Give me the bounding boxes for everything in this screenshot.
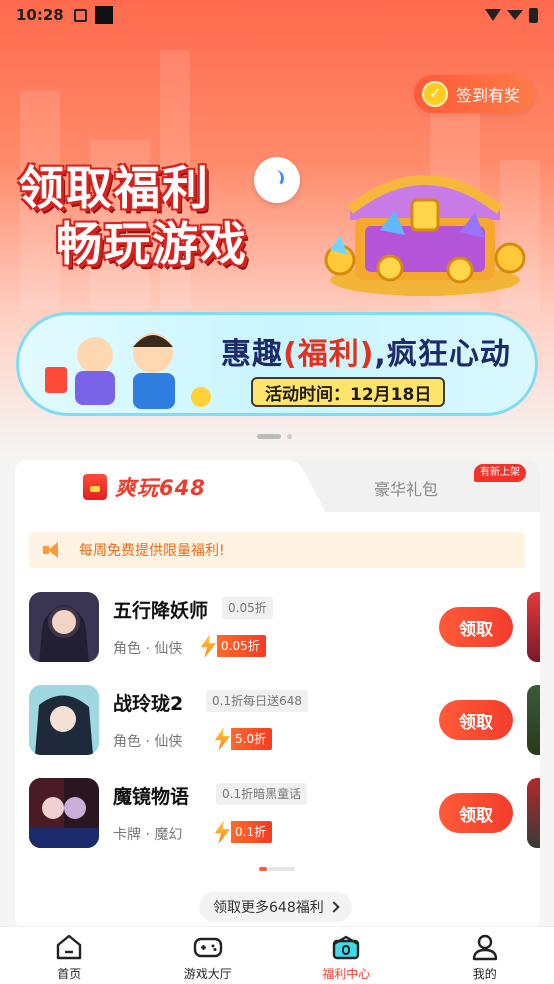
- red-envelope-icon: [83, 474, 107, 500]
- notice-bar: 每周免费提供限量福利!: [29, 532, 525, 568]
- discount-value: 5.0折: [231, 728, 273, 750]
- list-pagination: [259, 867, 295, 871]
- tab-luxury-gift[interactable]: 豪华礼包: [374, 476, 438, 500]
- discount-badge: 5.0折: [213, 727, 273, 751]
- game-genre: 角色 · 仙侠: [113, 641, 183, 657]
- pagination-track: [269, 867, 295, 871]
- claim-button[interactable]: 领取: [439, 607, 513, 647]
- hero-title-line2: 畅玩游戏: [56, 217, 248, 271]
- game-thumbnail-image: [29, 592, 99, 662]
- game-tag: 0.1折每日送648: [206, 690, 308, 712]
- banner-pagination: [257, 434, 292, 439]
- person-icon: [472, 934, 497, 961]
- nav-item-home[interactable]: 首页: [0, 927, 139, 984]
- game-name: 五行降妖师: [113, 600, 209, 622]
- new-badge: 有新上架: [474, 464, 526, 482]
- signin-label: 签到有奖: [455, 86, 520, 105]
- welfare-tabs: 爽玩648 豪华礼包 有新上架: [15, 460, 540, 516]
- tab-active-text: 爽玩648: [115, 476, 206, 500]
- status-time: 10:28: [16, 6, 64, 24]
- game-row[interactable]: 魔镜物语 0.1折暗黑童话 卡牌 · 魔幻 0.1折 领取: [29, 778, 540, 848]
- notification-icon: [94, 6, 113, 24]
- game-thumbnail[interactable]: [29, 592, 99, 662]
- nav-label: 游戏大厅: [183, 967, 232, 981]
- game-genre: 卡牌 · 魔幻: [113, 827, 183, 843]
- game-thumbnail-image: [29, 685, 99, 755]
- claim-button[interactable]: 领取: [439, 793, 513, 833]
- game-tag: 0.1折暗黑童话: [216, 783, 308, 805]
- banner-slogan-prefix: 惠趣: [221, 337, 283, 372]
- pagination-dot: [287, 434, 292, 439]
- next-card-peek[interactable]: [527, 592, 540, 662]
- banner-slogan-highlight: (福利): [283, 337, 375, 372]
- bottom-nav: 首页 游戏大厅 福利中心 我的: [0, 926, 554, 984]
- discount-badge: 0.05折: [199, 634, 266, 658]
- discount-value: 0.1折: [231, 821, 273, 843]
- welfare-card: 爽玩648 豪华礼包 有新上架 每周免费提供限量福利! 五行降妖师 0.05折 …: [15, 460, 540, 930]
- signin-reward-button[interactable]: ✓ 签到有奖: [413, 75, 534, 113]
- notice-text: 每周免费提供限量福利!: [79, 543, 225, 559]
- game-thumbnail[interactable]: [29, 778, 99, 848]
- game-tag: 0.05折: [222, 597, 273, 619]
- nav-item-game-hall[interactable]: 游戏大厅: [139, 927, 278, 984]
- treasure-chest-illustration: [324, 175, 526, 296]
- lightning-icon: [214, 820, 231, 844]
- discount-value: 0.05折: [217, 635, 266, 657]
- nav-item-mine[interactable]: 我的: [416, 927, 554, 984]
- game-row[interactable]: 五行降妖师 0.05折 角色 · 仙侠 0.05折 领取: [29, 592, 540, 662]
- banner-slogan-suffix: ,疯狂心动: [374, 337, 511, 372]
- banner-slogan: 惠趣(福利),疯狂心动: [221, 329, 511, 373]
- game-genre: 角色 · 仙侠: [113, 734, 183, 750]
- activity-banner[interactable]: 惠趣(福利),疯狂心动 活动时间：12月18日: [16, 312, 538, 416]
- lightning-icon: [200, 634, 217, 658]
- more-welfare-label: 领取更多648福利: [213, 900, 324, 916]
- check-icon: ✓: [421, 81, 448, 107]
- wifi-icon: [485, 9, 501, 21]
- claim-button[interactable]: 领取: [439, 700, 513, 740]
- speaker-icon: [43, 541, 65, 559]
- game-thumbnail[interactable]: [29, 685, 99, 755]
- nav-label: 福利中心: [322, 967, 371, 981]
- next-card-peek[interactable]: [527, 778, 540, 848]
- gamepad-icon: [193, 937, 222, 958]
- activity-time: 活动时间：12月18日: [251, 377, 446, 407]
- pagination-dot-active: [259, 867, 267, 871]
- battery-icon: [529, 7, 538, 23]
- chevron-right-icon: [328, 901, 340, 913]
- game-row[interactable]: 战玲珑2 0.1折每日送648 角色 · 仙侠 5.0折 领取: [29, 685, 540, 755]
- lightning-icon: [214, 727, 231, 751]
- game-name: 战玲珑2: [113, 693, 184, 715]
- more-welfare-button[interactable]: 领取更多648福利: [199, 892, 352, 922]
- tab-shuangwan-label[interactable]: 爽玩648: [83, 472, 206, 502]
- loading-spinner-icon: [254, 157, 300, 203]
- status-bar: 10:28: [0, 0, 554, 30]
- game-thumbnail-image: [29, 778, 99, 848]
- nav-item-welfare-center[interactable]: 福利中心: [277, 927, 416, 984]
- nav-label: 我的: [472, 967, 497, 981]
- nav-label: 首页: [57, 967, 82, 981]
- home-icon: [57, 934, 82, 960]
- pagination-dot-active: [257, 434, 281, 439]
- cartoon-characters-illustration: [45, 333, 211, 409]
- game-name: 魔镜物语: [113, 786, 190, 808]
- signal-icon: [507, 10, 523, 20]
- notification-icon: [73, 8, 87, 22]
- next-card-peek[interactable]: [527, 685, 540, 755]
- discount-badge: 0.1折: [213, 820, 273, 844]
- gift-box-icon: [333, 935, 360, 960]
